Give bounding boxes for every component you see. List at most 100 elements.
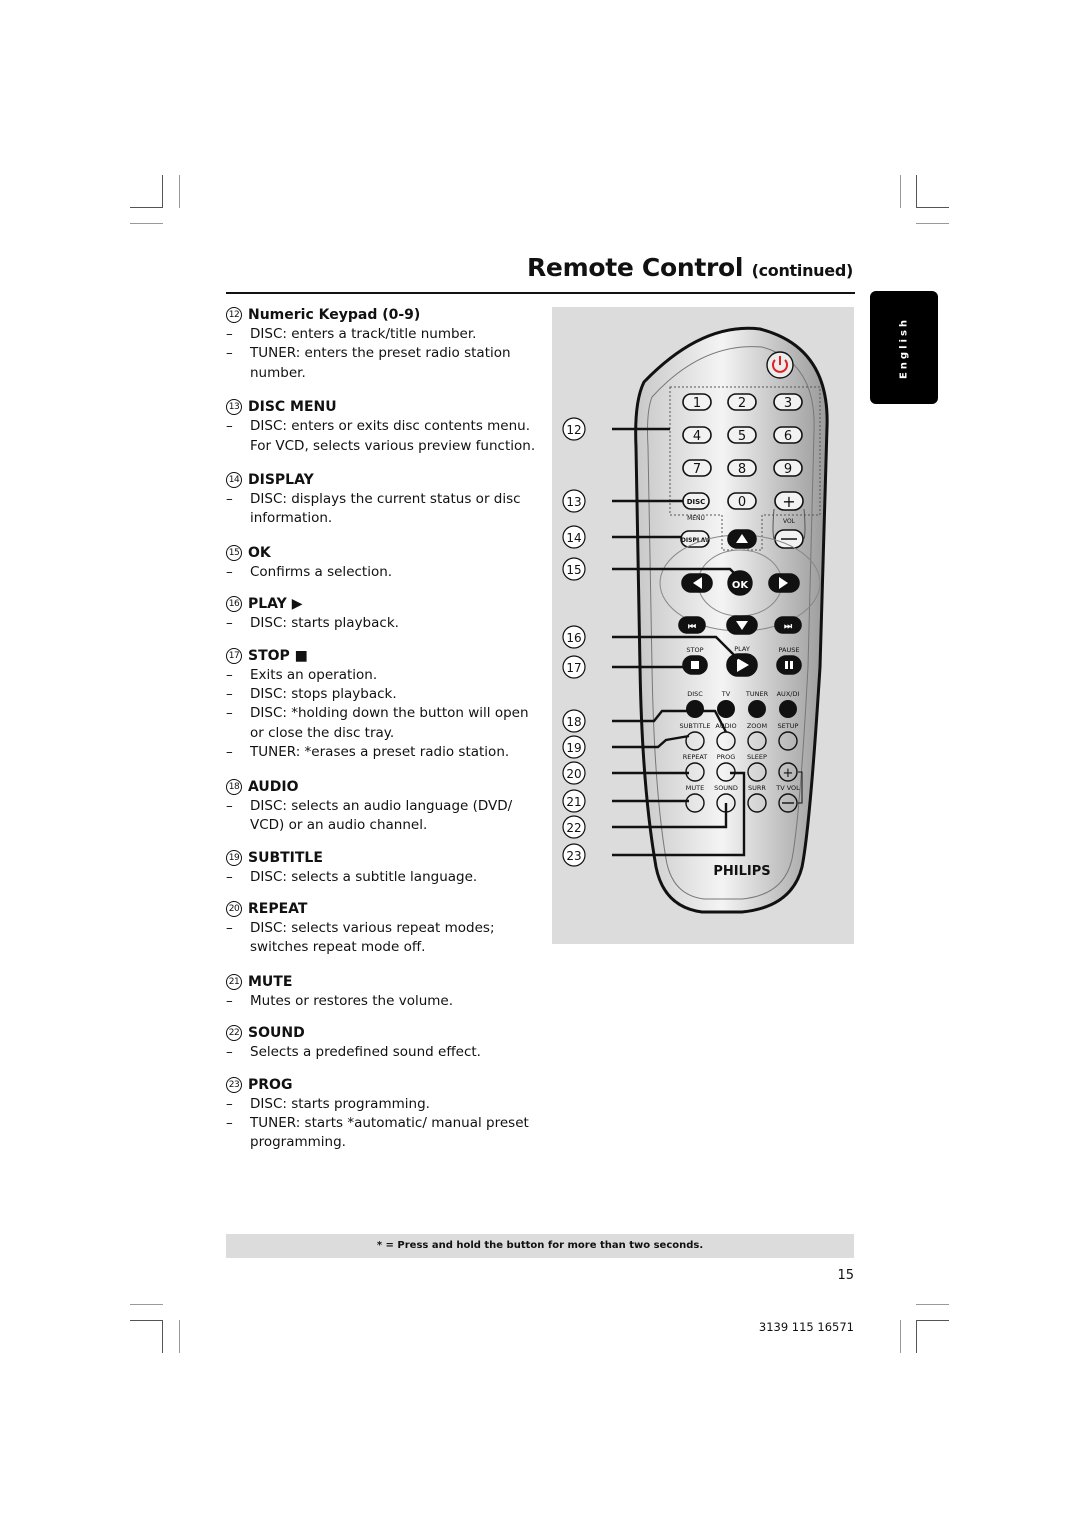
function-bullet: – TUNER: starts *automatic/ manual preset…: [226, 1114, 536, 1153]
function-title: PLAY ▶: [248, 596, 303, 613]
bullet-dash: –: [226, 868, 233, 885]
bullet-dash: –: [226, 491, 233, 508]
crop-mark: [900, 1320, 901, 1353]
crop-mark: [162, 175, 163, 208]
function-item: 21 MUTE – Mutes or restores the volume.: [226, 972, 536, 1011]
function-heading: 12 Numeric Keypad (0-9): [226, 305, 536, 325]
callout-number: 19: [566, 741, 581, 755]
bullet-text: TUNER: *erases a preset radio station.: [250, 744, 510, 761]
disc-menu-label: DISC: [687, 498, 706, 506]
vol-caption: VOL: [783, 518, 796, 525]
bullet-text: DISC: stops playback.: [250, 686, 397, 703]
ok-label: OK: [732, 580, 750, 591]
language-tab-label: English: [898, 316, 910, 379]
callout-number: 18: [226, 778, 242, 795]
callout-number: 21: [226, 973, 242, 990]
remote-control-illustration: 1 2 34 5 67 8 90DISCMENU+VOLDISPLAYOK⏮ ⏭STOP PLA…: [562, 326, 829, 914]
bullet-dash: –: [226, 686, 233, 703]
bullet-text: Selects a predefined sound effect.: [250, 1044, 481, 1061]
language-tab: English: [870, 291, 938, 404]
function-bullet: – DISC: starts programming.: [226, 1095, 536, 1114]
bullet-dash: –: [226, 919, 233, 936]
bullet-text: DISC: enters or exits disc contents menu…: [250, 418, 536, 454]
vol-up-icon: +: [782, 492, 795, 511]
play-caption: PLAY: [734, 645, 750, 653]
function-bullet: – Selects a predefined sound effect.: [226, 1043, 536, 1062]
bullet-dash: –: [226, 418, 233, 435]
menu-caption: MENU: [687, 515, 705, 522]
function-item: 22 SOUND – Selects a predefined sound effec…: [226, 1023, 536, 1062]
source-button: [686, 700, 704, 718]
function-title: MUTE: [248, 973, 293, 990]
number-key-label: 5: [738, 429, 746, 444]
function-heading: 16 PLAY ▶: [226, 594, 536, 614]
remote-control-figure: 1 2 3 4 5 6 7 8 9 0 DISC MENU + VOL DISPLAY OK ⏮ ⏭ STOP PLA…: [552, 307, 854, 944]
bullet-text: DISC: selects various repeat modes; swit…: [250, 919, 495, 956]
callout-number: 17: [226, 647, 242, 664]
function-label: SOUND: [714, 784, 738, 792]
crop-mark: [916, 1320, 917, 1353]
function-heading: 22 SOUND: [226, 1023, 536, 1043]
function-title: PROG: [248, 1076, 293, 1093]
function-heading: 15 OK: [226, 543, 536, 563]
bullet-text: DISC: displays the current status or dis…: [250, 491, 521, 527]
bullet-text: TUNER: starts *automatic/ manual preset …: [250, 1114, 529, 1151]
function-label: PROG: [717, 753, 736, 761]
crop-mark: [916, 207, 949, 208]
page-title-text: Remote Control: [526, 253, 744, 282]
pause-icon: [785, 661, 788, 669]
callout-number: 22: [226, 1025, 242, 1042]
callout-number: 18: [566, 715, 581, 729]
function-label: AUDIO: [715, 722, 736, 730]
function-title: STOP ■: [248, 647, 308, 664]
callout-number: 17: [566, 661, 581, 675]
function-label: SUBTITLE: [680, 722, 711, 730]
crop-mark: [162, 1320, 163, 1353]
bullet-text: Mutes or restores the volume.: [250, 992, 454, 1009]
brand-logo: PHILIPS: [713, 864, 770, 879]
callout-number: 16: [226, 596, 242, 613]
callout-number: 23: [226, 1076, 242, 1093]
function-heading: 18 AUDIO: [226, 777, 536, 797]
function-item: 23 PROG – DISC: starts programming. – TUNER: …: [226, 1075, 536, 1153]
function-heading: 23 PROG: [226, 1075, 536, 1095]
number-key-label: 2: [738, 396, 746, 411]
page-title-continued: (continued): [751, 261, 854, 280]
function-item: 16 PLAY ▶ – DISC: starts playback.: [226, 594, 536, 633]
function-title: DISC MENU: [248, 399, 337, 416]
pause-caption: PAUSE: [779, 646, 800, 654]
bullet-dash: –: [226, 326, 233, 342]
page-number: 15: [837, 1268, 854, 1283]
crop-mark: [130, 1320, 163, 1321]
callout-number: 22: [566, 821, 581, 835]
function-bullet: – DISC: selects a subtitle language.: [226, 868, 536, 887]
source-button: [717, 700, 735, 718]
bullet-text: Exits an operation.: [250, 666, 378, 683]
function-item: 12 Numeric Keypad (0-9) – DISC: enters a tr…: [226, 305, 536, 383]
function-label: SETUP: [778, 722, 799, 730]
number-key-label: 9: [784, 462, 792, 477]
bullet-dash: –: [226, 705, 233, 722]
callout-number: 20: [566, 767, 581, 781]
crop-mark: [130, 223, 163, 224]
function-title: AUDIO: [248, 778, 299, 795]
function-title: DISPLAY: [248, 472, 314, 489]
function-bullet: – DISC: enters a track/title number.: [226, 325, 536, 344]
function-bullet: – DISC: starts playback.: [226, 614, 536, 633]
callout-number: 19: [226, 849, 242, 866]
function-label: TV VOL: [775, 784, 800, 792]
source-label: TUNER: [745, 690, 769, 698]
function-bullet: – TUNER: *erases a preset radio station.: [226, 743, 536, 762]
number-key-label: 6: [784, 429, 792, 444]
function-bullet: – DISC: displays the current status or di…: [226, 490, 536, 529]
bullet-dash: –: [226, 797, 233, 814]
bullet-dash: –: [226, 666, 233, 683]
function-bullet: – Exits an operation.: [226, 666, 536, 685]
function-heading: 21 MUTE: [226, 972, 536, 992]
callout-number: 23: [566, 849, 581, 863]
bullet-dash: –: [226, 1114, 233, 1131]
bullet-text: DISC: selects an audio language (DVD/ VC…: [250, 797, 513, 834]
bullet-dash: –: [226, 615, 233, 632]
footnote: * = Press and hold the button for more t…: [226, 1234, 854, 1258]
function-bullet: – DISC: stops playback.: [226, 685, 536, 704]
